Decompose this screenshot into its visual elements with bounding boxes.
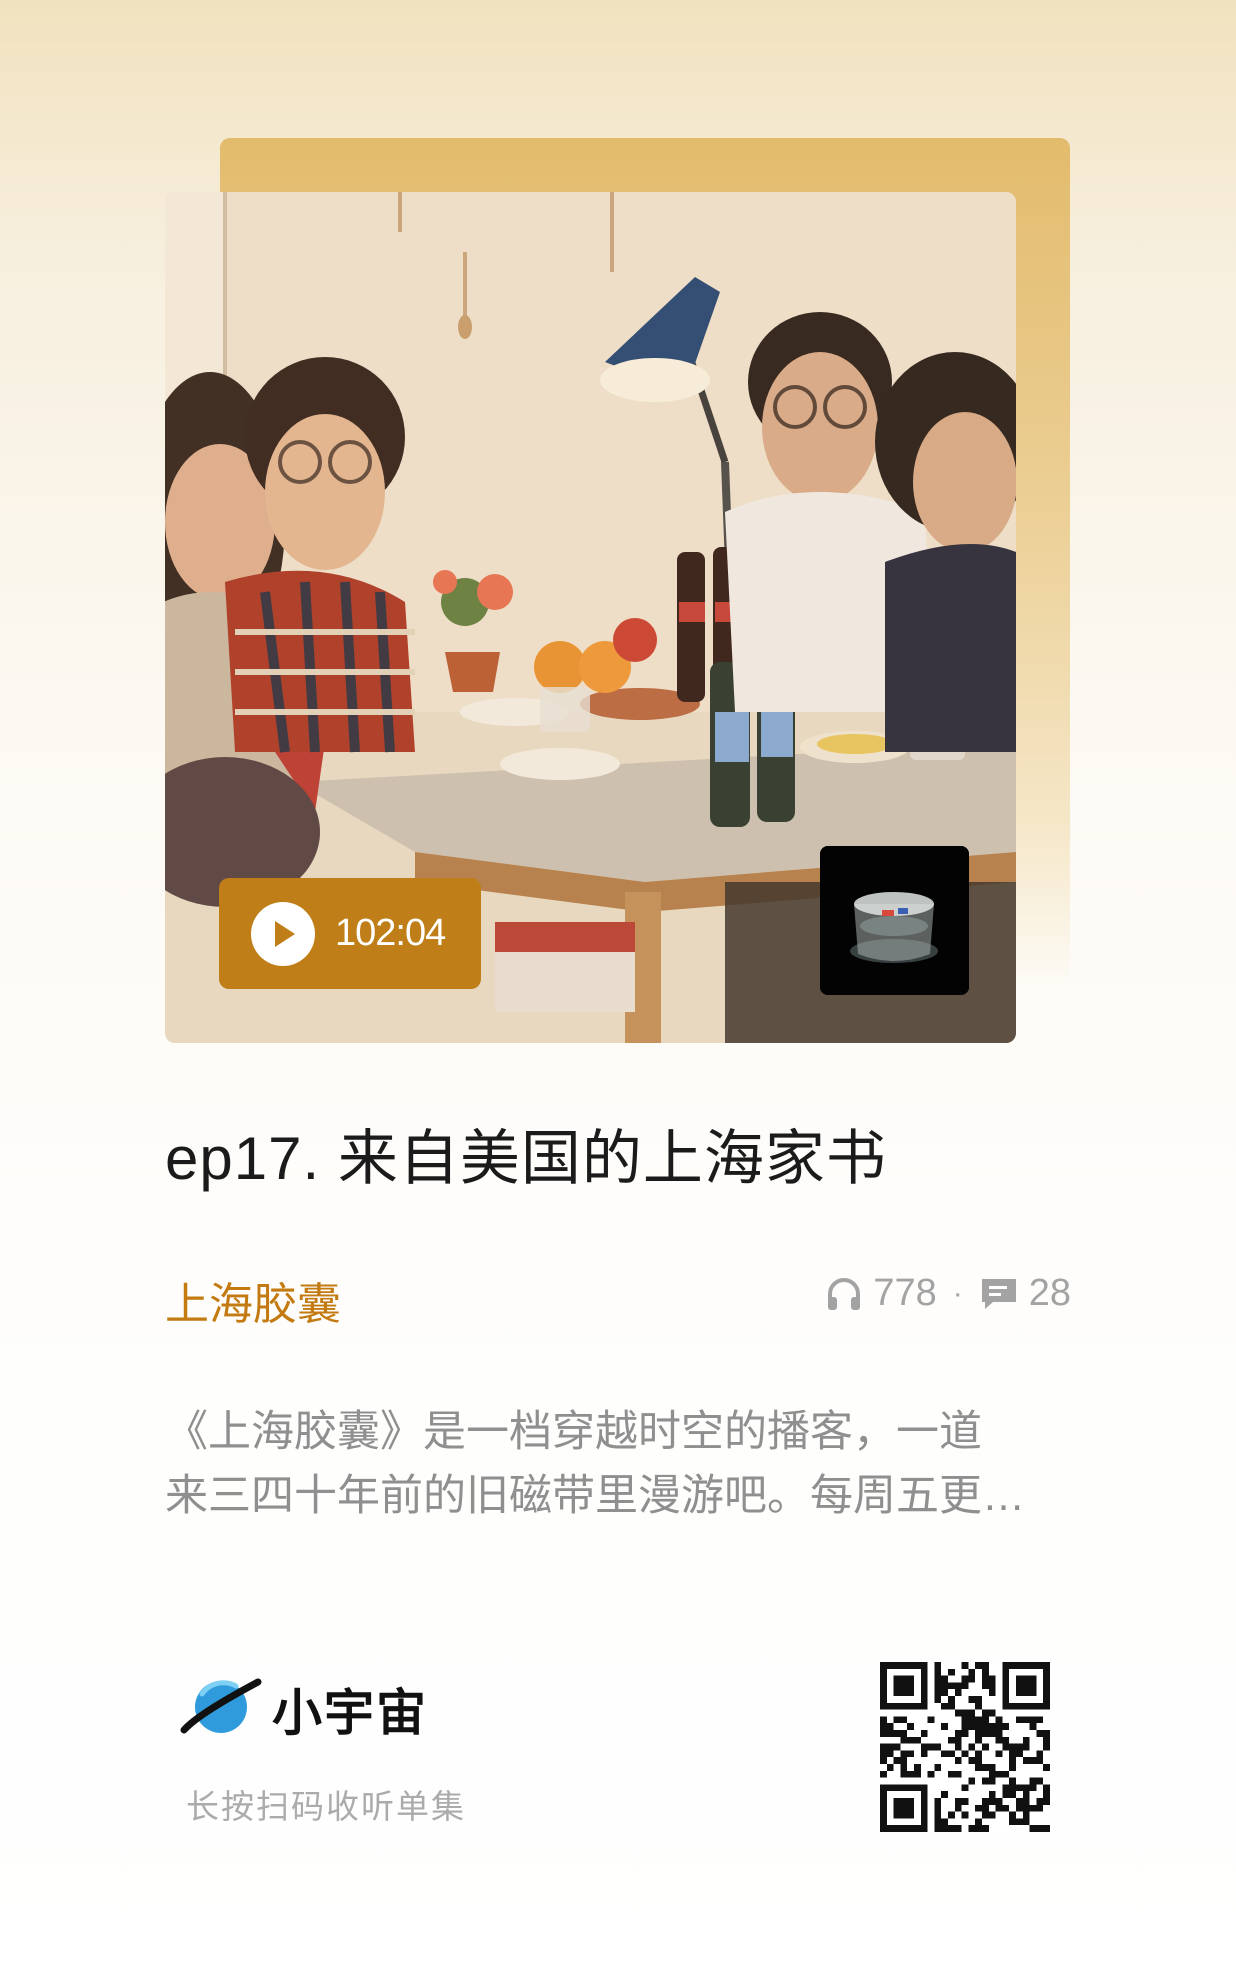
comment-count: 28 (1028, 1272, 1071, 1314)
headphones-icon (825, 1275, 863, 1313)
episode-title: ep17. 来自美国的上海家书 (165, 1125, 887, 1192)
podcast-name-link[interactable]: 上海胶囊 (165, 1268, 341, 1332)
brand-name: 小宇宙 (272, 1685, 428, 1741)
play-count: 778 (873, 1272, 937, 1314)
qr-code[interactable] (880, 1662, 1050, 1832)
description-line-2: 来三四十年前的旧磁带里漫游吧。每周五更… (165, 1472, 1025, 1520)
scan-hint: 长按扫码收听单集 (186, 1788, 466, 1825)
episode-duration: 102:04 (335, 912, 446, 954)
planet-logo-icon (178, 1672, 264, 1746)
xiaoyuzhou-brand: 小宇宙 (178, 1672, 428, 1746)
play-duration-button[interactable]: 102:04 (219, 878, 481, 989)
stats-separator: · (952, 1276, 963, 1310)
podcast-description: 《上海胶囊》是一档穿越时空的播客，一道 来三四十年前的旧磁带里漫游吧。每周五更… (165, 1400, 1075, 1528)
episode-stats: 778 · 28 (825, 1272, 1071, 1315)
play-icon (251, 901, 315, 966)
comment-icon (979, 1275, 1019, 1313)
description-line-1: 《上海胶囊》是一档穿越时空的播客，一道 (165, 1408, 982, 1456)
podcast-thumbnail (820, 846, 969, 995)
